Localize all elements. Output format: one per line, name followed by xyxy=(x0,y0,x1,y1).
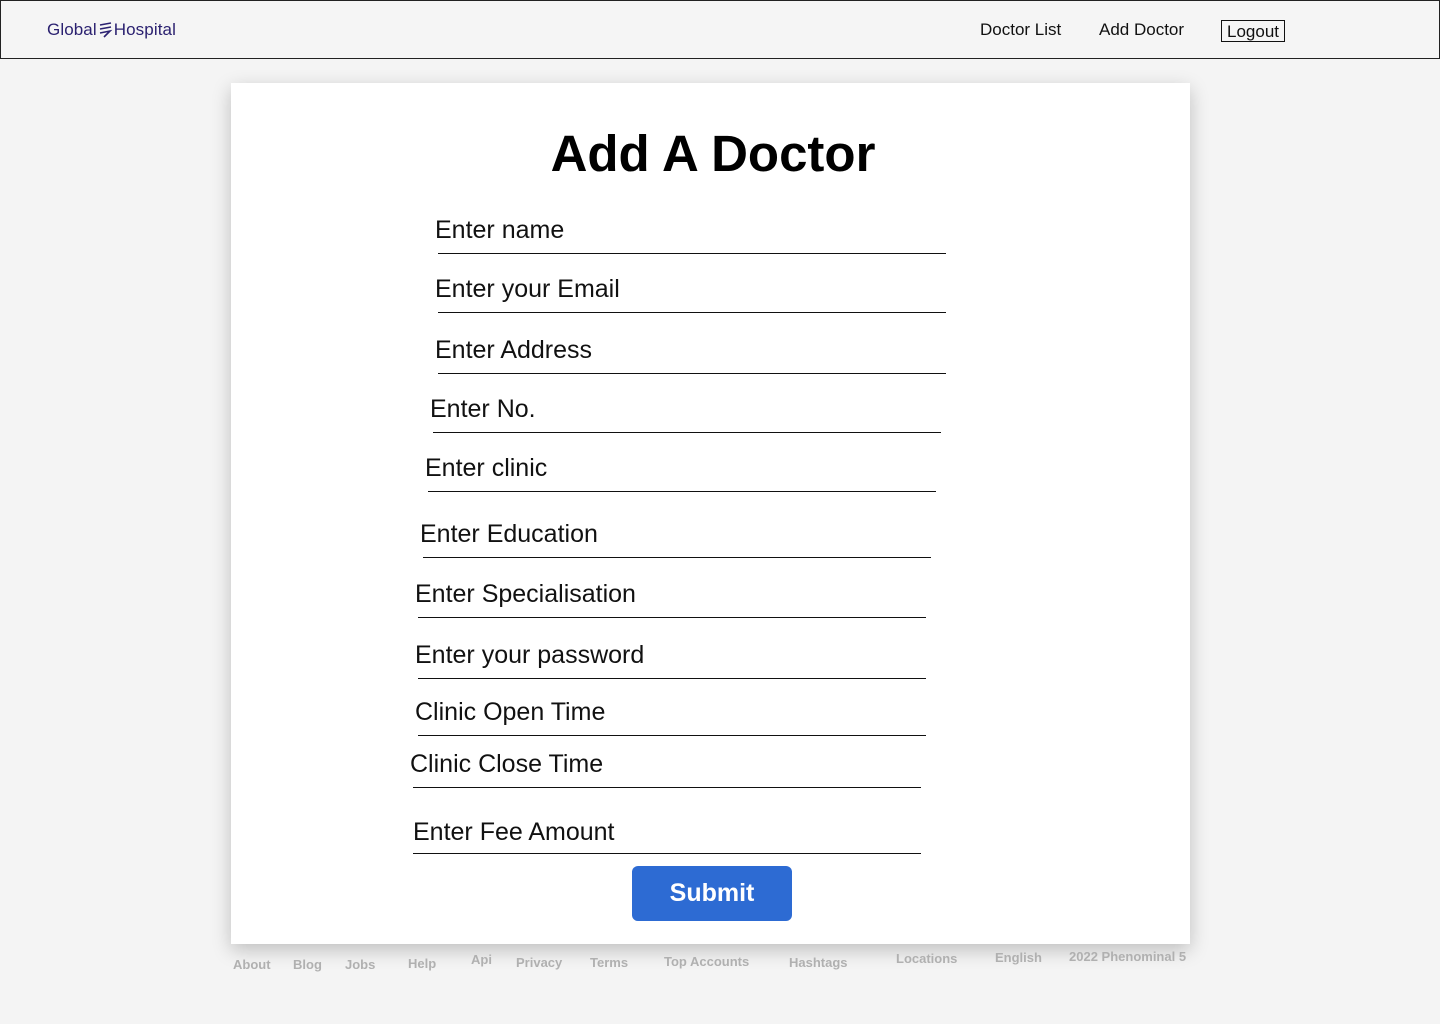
clinic-placeholder: Enter clinic xyxy=(425,454,548,482)
specialisation-placeholder: Enter Specialisation xyxy=(415,580,636,608)
footer-link-top-accounts[interactable]: Top Accounts xyxy=(664,954,749,969)
clinic-underline xyxy=(428,491,936,493)
brand-logo[interactable]: Global Hospital xyxy=(47,20,176,40)
brand-name-left: Global xyxy=(47,20,97,39)
submit-button[interactable]: Submit xyxy=(632,866,792,921)
email-underline xyxy=(438,312,946,314)
page-title: Add A Doctor xyxy=(550,125,876,182)
footer-link-jobs[interactable]: Jobs xyxy=(345,957,375,972)
name-placeholder: Enter name xyxy=(435,216,565,244)
footer-link-blog[interactable]: Blog xyxy=(293,957,322,972)
footer-copyright: 2022 Phenominal 5 xyxy=(1069,949,1187,964)
address-placeholder: Enter Address xyxy=(435,336,593,364)
fee-underline xyxy=(413,853,921,855)
password-placeholder: Enter your password xyxy=(415,641,645,669)
fee-placeholder: Enter Fee Amount xyxy=(413,818,615,846)
name-underline xyxy=(438,253,946,255)
close-time-underline xyxy=(413,787,921,789)
specialisation-underline xyxy=(418,617,926,619)
education-underline xyxy=(423,557,931,559)
form-card xyxy=(231,83,1190,944)
number-placeholder: Enter No. xyxy=(430,395,536,423)
open-time-placeholder: Clinic Open Time xyxy=(415,698,606,726)
footer-link-hashtags[interactable]: Hashtags xyxy=(789,955,848,970)
footer-link-privacy[interactable]: Privacy xyxy=(516,955,562,970)
footer-link-terms[interactable]: Terms xyxy=(590,955,628,970)
footer-link-about[interactable]: About xyxy=(233,957,271,972)
password-underline xyxy=(418,678,926,680)
wave-lines-icon xyxy=(99,22,113,38)
logout-button[interactable]: Logout xyxy=(1221,20,1285,42)
footer-link-english[interactable]: English xyxy=(995,950,1042,965)
nav-add-doctor-link[interactable]: Add Doctor xyxy=(1099,20,1184,40)
open-time-underline xyxy=(418,735,926,737)
top-navbar: Global Hospital Doctor List Add Doctor L… xyxy=(0,0,1440,59)
close-time-placeholder: Clinic Close Time xyxy=(410,750,604,778)
footer-link-api[interactable]: Api xyxy=(471,952,492,967)
address-underline xyxy=(438,373,946,375)
education-placeholder: Enter Education xyxy=(420,520,598,548)
footer-link-help[interactable]: Help xyxy=(408,956,436,971)
email-placeholder: Enter your Email xyxy=(435,275,620,303)
number-underline xyxy=(433,432,941,434)
brand-name-right: Hospital xyxy=(113,20,176,39)
nav-doctor-list-link[interactable]: Doctor List xyxy=(980,20,1061,40)
footer-link-locations[interactable]: Locations xyxy=(896,951,957,966)
